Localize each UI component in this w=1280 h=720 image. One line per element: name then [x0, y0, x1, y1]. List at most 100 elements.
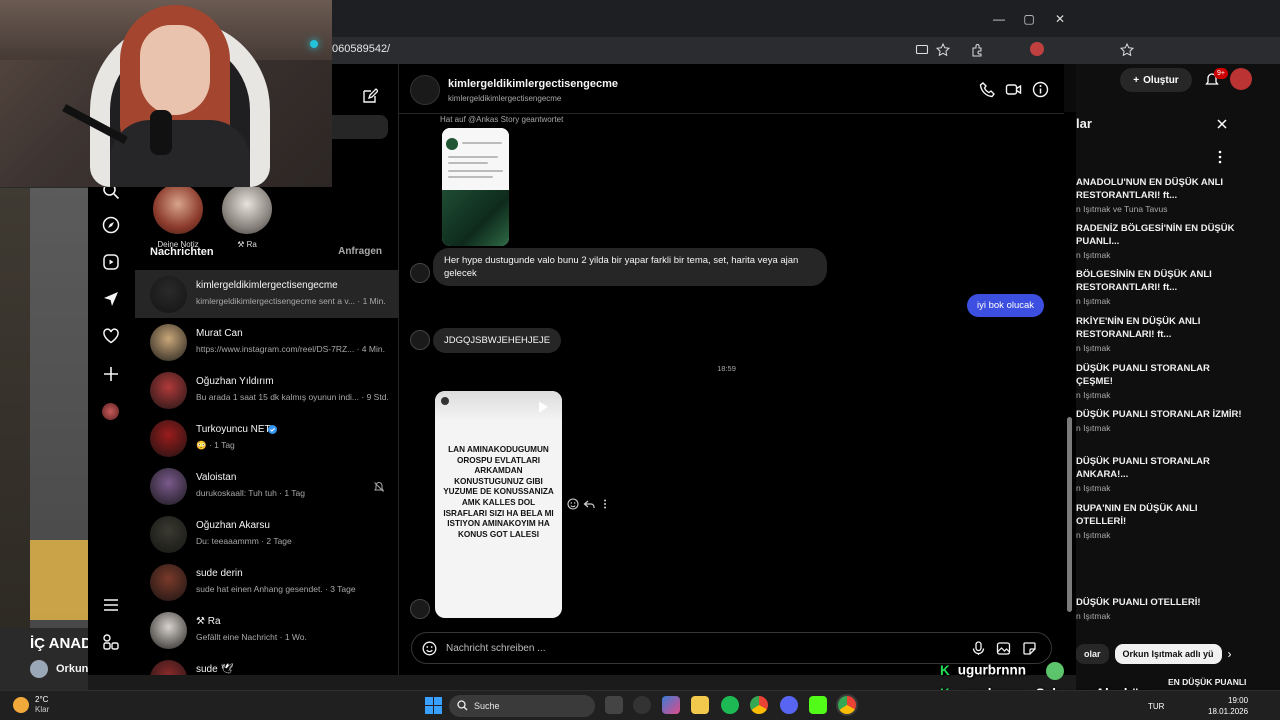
avatar	[150, 468, 187, 505]
avatar[interactable]	[1230, 68, 1252, 90]
create-button[interactable]: + Oluştur	[1120, 68, 1192, 92]
create-plus-icon[interactable]	[102, 365, 120, 383]
close-window-icon[interactable]: ✕	[1053, 12, 1067, 26]
conversation-preview: Bu arada 1 saat 15 dk kalmış oyunun indi…	[196, 392, 389, 402]
playlist-item[interactable]: BÖLGESİNİN EN DÜŞÜK ANLI RESTORANTLARI! …	[1076, 268, 1246, 306]
conversation-name: sude derin	[196, 568, 243, 579]
emoji-icon[interactable]	[422, 641, 437, 656]
playlist-item[interactable]: RUPA'NIN EN DÜŞÜK ANLI OTELLERİ! n Işıtma…	[1076, 502, 1246, 540]
star-icon[interactable]	[936, 43, 950, 57]
spotify-icon[interactable]	[721, 696, 739, 714]
avatar	[150, 612, 187, 649]
apps-icon[interactable]	[102, 633, 120, 651]
requests-link[interactable]: Anfragen	[338, 246, 382, 257]
react-emoji-icon[interactable]	[567, 498, 579, 510]
conversation-item[interactable]: sude 🕊	[135, 654, 398, 675]
new-message-icon[interactable]	[361, 88, 378, 105]
cast-icon[interactable]	[915, 43, 929, 57]
messages-icon[interactable]	[102, 290, 120, 308]
chat-name[interactable]: kimlergeldikimlergectisengecme	[448, 78, 618, 90]
timestamp-separator: 18:59	[717, 364, 736, 373]
message-bubble[interactable]: JDGQJSBWJEHEHJEJE	[433, 328, 562, 353]
stream-chat-line: Kugurbrnnn	[940, 662, 1064, 680]
sender-avatar[interactable]	[410, 599, 430, 619]
microphone-icon[interactable]	[971, 641, 986, 656]
chevron-right-icon[interactable]: ›	[1228, 647, 1232, 661]
profile-avatar[interactable]	[102, 403, 119, 420]
conversation-item[interactable]: Turkoyuncu NET 😳 · 1 Tag	[135, 414, 398, 462]
profile-avatar[interactable]	[1030, 42, 1044, 56]
conversation-item[interactable]: kimlergeldikimlergectisengecme kimlergeld…	[135, 270, 398, 318]
chrome-icon-active[interactable]	[838, 696, 856, 714]
extensions-icon[interactable]	[970, 43, 984, 57]
taskbar-search[interactable]: Suche	[449, 695, 595, 717]
search-icon	[457, 700, 468, 711]
more-icon[interactable]	[599, 498, 611, 510]
message-bubble-own[interactable]: iyi bok olucak	[967, 294, 1045, 317]
chip[interactable]: olar	[1076, 644, 1109, 664]
more-vert-icon[interactable]	[1218, 150, 1222, 164]
avatar	[150, 324, 187, 361]
message-composer[interactable]: Nachricht schreiben ...	[411, 632, 1052, 664]
address-bar[interactable]: 060589542/	[332, 37, 1076, 64]
sender-avatar[interactable]	[410, 263, 430, 283]
chat-avatar[interactable]	[410, 75, 440, 105]
kick-app-icon[interactable]	[809, 696, 827, 714]
kick-icon: K	[940, 662, 950, 678]
sender-avatar[interactable]	[410, 330, 430, 350]
windows-start-icon[interactable]	[425, 697, 442, 714]
playlist-item[interactable]: RKİYE'NİN EN DÜŞÜK ANLI RESTORANLARI! ft…	[1076, 315, 1246, 353]
task-view-icon[interactable]	[605, 696, 623, 714]
playlist-item[interactable]: ANADOLU'NUN EN DÜŞÜK ANLI RESTORANTLARI!…	[1076, 176, 1246, 214]
image-icon[interactable]	[996, 641, 1011, 656]
discord-icon[interactable]	[780, 696, 798, 714]
playlist-item[interactable]: RADENİZ BÖLGESİ'NİN EN DÜŞÜK PUANLI... n …	[1076, 222, 1246, 260]
star-icon[interactable]	[1120, 43, 1134, 57]
note-friend[interactable]: ⚒ Ra	[217, 184, 277, 249]
video-call-icon[interactable]	[1005, 81, 1022, 98]
taskbar: 2°C Klar Suche TUR 19:00 18.01.2026	[0, 690, 1280, 720]
playlist-item[interactable]: DÜŞÜK PUANLI STORANLAR ANKARA!... n Işıtm…	[1076, 455, 1246, 493]
playlist-item[interactable]: DÜŞÜK PUANLI STORANLAR ÇEŞME! n Işıtmak	[1076, 362, 1246, 400]
playlist-item[interactable]: DÜŞÜK PUANLI OTELLERİ! n Işıtmak	[1076, 596, 1246, 621]
conversation-item[interactable]: sude derin sude hat einen Anhang gesendet…	[135, 558, 398, 606]
note-own[interactable]: Deine Notiz	[148, 184, 208, 249]
app-icon[interactable]	[633, 696, 651, 714]
conversation-item[interactable]: Murat Can https://www.instagram.com/reel/…	[135, 318, 398, 366]
message-bubble[interactable]: Her hype dustugunde valo bunu 2 yilda bi…	[433, 248, 827, 286]
conversation-name: Oğuzhan Yıldırım	[196, 376, 274, 387]
folder-icon[interactable]	[691, 696, 709, 714]
playlist-item[interactable]: DÜŞÜK PUANLI STORANLAR İZMİR! n Işıtmak	[1076, 408, 1246, 433]
conversation-preview: 😳 · 1 Tag	[196, 440, 235, 450]
explore-icon[interactable]	[102, 216, 120, 234]
maximize-icon[interactable]: ▢	[1022, 12, 1036, 26]
copilot-icon[interactable]	[662, 696, 680, 714]
weather-widget[interactable]: 2°C Klar	[13, 695, 49, 715]
conversation-item[interactable]: Oğuzhan Akarsu Du: teeaaammm · 2 Tage	[135, 510, 398, 558]
chrome-icon[interactable]	[750, 696, 768, 714]
heart-icon[interactable]	[102, 327, 120, 345]
reels-icon[interactable]	[102, 253, 120, 271]
sticker-icon[interactable]	[1022, 641, 1037, 656]
close-icon[interactable]	[1216, 118, 1228, 130]
story-thumbnail[interactable]	[442, 128, 509, 246]
chat-scrollbar[interactable]	[1064, 112, 1076, 675]
browser-titlebar: — ▢ ✕	[332, 0, 1076, 37]
shared-reel[interactable]: LAN AMINAKODUGUMUN OROSPU EVLATLARI ARKA…	[435, 391, 562, 618]
chip[interactable]: Orkun Işıtmak adlı yü	[1114, 644, 1222, 664]
phone-icon[interactable]	[979, 81, 996, 98]
background-channel: Orkun	[30, 660, 88, 678]
reply-icon[interactable]	[583, 498, 595, 510]
menu-icon[interactable]	[102, 596, 120, 614]
conversation-item[interactable]: Valoistan durukoskaall: Tuh tuh · 1 Tag	[135, 462, 398, 510]
avatar	[150, 564, 187, 601]
conversation-item[interactable]: Oğuzhan Yıldırım Bu arada 1 saat 15 dk ka…	[135, 366, 398, 414]
minimize-icon[interactable]: —	[992, 12, 1006, 26]
conversation-item[interactable]: ⚒ Ra Gefällt eine Nachricht · 1 Wo.	[135, 606, 398, 654]
avatar	[150, 372, 187, 409]
info-icon[interactable]	[1032, 81, 1049, 98]
avatar	[150, 276, 187, 313]
play-icon[interactable]	[536, 400, 550, 414]
language-indicator[interactable]: TUR	[1148, 702, 1164, 711]
system-clock[interactable]: 19:00 18.01.2026	[1208, 695, 1248, 717]
